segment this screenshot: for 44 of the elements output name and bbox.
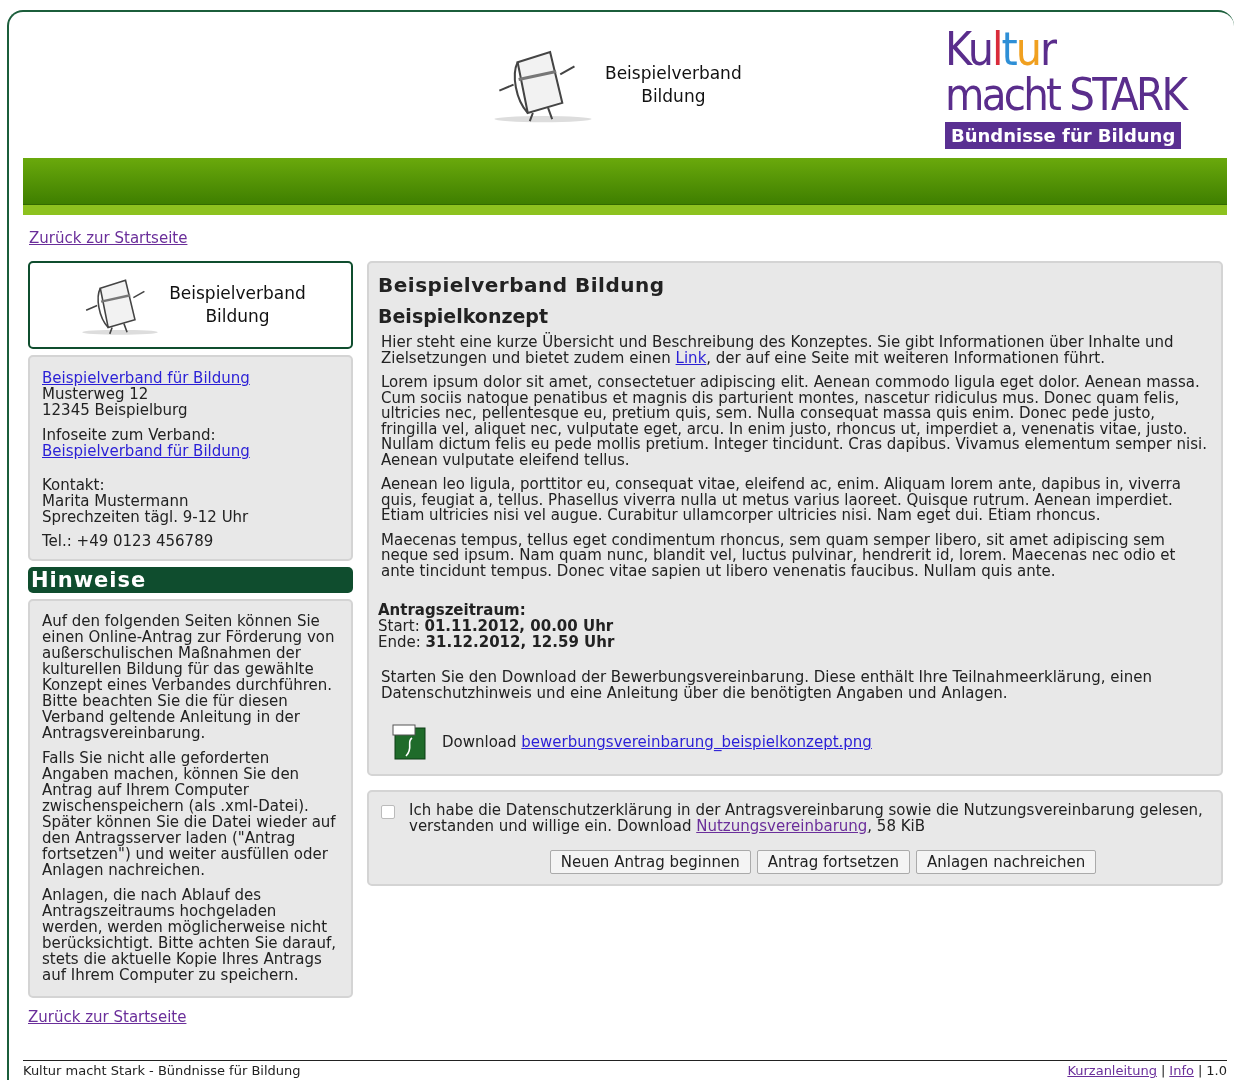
notes-paragraph: Falls Sie nicht alle geforderten Angaben machen, können Sie den Antrag auf Ihrem Computer zwischenspeichern (als .xml-Datei). Später können Sie die Datei wieder auf den Antragsserver laden ("Antrag fortsetzen") und weiter ausfüllen oder Anlagen nachreichen. [42,750,337,878]
notes-heading: Hinweise [28,567,353,593]
action-button[interactable]: Antrag fortsetzen [756,850,910,874]
association-page-link[interactable]: Beispielverband für Bildung [42,443,250,459]
concept-title: Beispielkonzept [378,304,549,329]
download-paragraph: Starten Sie den Download der Bewerbungsvereinbarung. Diese enthält Ihre Teilnahmeerklärung, einen Datenschutzhinweis und eine Anleitung über die benötigten Angaben und Anlagen. [381,670,1153,701]
footer-text: Kultur macht Stark - Bündnisse für Bildung [23,1063,301,1078]
address-line: 12345 Beispielburg [42,402,189,418]
logo-banner: Bündnisse für Bildung [944,121,1182,149]
separator: | [1160,1063,1166,1078]
download-text: Download bewerbungsvereinbarung_beispielkonzept.png [442,734,872,750]
back-link[interactable]: Zurück zur Startseite [29,229,188,247]
organization-link[interactable]: Beispielverband für Bildung [42,370,250,386]
body-paragraph: Maecenas tempus, tellus eget condimentum rhoncus, sem quam semper libero, sit amet adipiscing sem neque sed ipsum. Nam quam nunc, blandit vel, luctus pulvinar, hendrerit id, lorem. Maecenas nec odio et ante tincidunt tempus. Donec vitae sapien ut libero venenatis faucibus. Nullam quis ante. [381,532,1177,579]
address-line: Musterweg 12 [42,386,149,402]
version-number: 1.0 [1206,1063,1227,1078]
download-link[interactable]: bewerbungsvereinbarung_beispielkonzept.png [521,733,872,751]
contact-line: Marita Mustermann [42,493,190,509]
consent-text: Ich habe die Datenschutzerklärung in der Antragsvereinbarung sowie die Nutzungsvereinbarung gelesen, verstanden und willige ein. Download Nutzungsvereinbarung, 58 KiB [409,802,1204,834]
period-line: Start: 01.11.2012, 00.00 Uhr [378,618,615,634]
organization-name: Beispielverband Bildung [605,62,742,108]
separator: | [1197,1063,1203,1078]
contact-line: Kontakt: [42,477,106,493]
pdf-file-icon [392,724,428,760]
footer-link[interactable]: Info [1169,1063,1194,1078]
logo-word: Kultur [944,27,1055,70]
organization-name: Beispielverband Bildung [169,282,306,328]
notes-paragraph: Auf den folgenden Seiten können Sie einen Online-Antrag zur Förderung von außerschulischen Maßnahmen der kulturellen Bildung für das gewählte Konzept eines Verbandes durchführen. Bitte beachten Sie die für diesen Verband geltende Anleitung in der Antragsvereinbarung. [42,613,336,741]
logo-text: macht STARK [944,69,1186,120]
contact-line: Sprechzeiten tägl. 9-12 Uhr [42,509,250,525]
inline-link[interactable]: Link [675,348,707,367]
notes-paragraph: Anlagen, die nach Ablauf des Antragszeitraums hochgeladen werden, werden möglicherweise nicht berücksichtigt. Bitte achten Sie darauf, stets die aktuelle Kopie Ihres Antrags auf Ihrem Computer zu speichern. [42,887,337,983]
back-link[interactable]: Zurück zur Startseite [28,1008,187,1026]
period-line: Ende: 31.12.2012, 12.59 Uhr [378,634,616,650]
terms-link[interactable]: Nutzungsvereinbarung [696,817,868,835]
phone-number: Tel.: +49 0123 456789 [42,533,215,549]
footer-link[interactable]: Kurzanleitung [1067,1063,1157,1078]
action-button[interactable]: Anlagen nachreichen [916,850,1097,874]
body-paragraph: Aenean leo ligula, porttitor eu, consequat vitae, eleifend ac, enim. Aliquam lorem ante, dapibus in, viverra quis, feugiat a, tellus. Phasellus viverra nulla ut metus varius laoreet. Quisque rutrum. Aenean imperdiet. Etiam ultricies nisi vel augue. Curabitur ullamcorper ultricies nisi. Nam eget dui. Etiam rhoncus. [381,477,1182,524]
body-paragraph: Lorem ipsum dolor sit amet, consectetuer adipiscing elit. Aenean commodo ligula eget dolor. Aenean massa. Cum sociis natoque penatibus et magnis dis parturient montes, nascetur ridiculus mus. Donec quam felis, ultricies nec, pellentesque eu, pretium quis, sem. Nulla consequat massa quis enim. Donec pede justo, fringilla vel, aliquet nec, vulputate eget, arcu. In enim justo, rhoncus ut, imperdiet a, venenatis vitae, justo. Nullam dictum felis eu pede mollis pretium. Integer tincidunt. Cras dapibus. Vivamus elementum semper nisi. Aenean vulputate eleifend tellus. [381,375,1208,468]
info-label: Infoseite zum Verband: [42,427,217,443]
action-button[interactable]: Neuen Antrag beginnen [549,850,751,874]
consent-checkbox[interactable] [381,805,395,819]
period-heading: Antragszeitraum: [378,602,527,618]
